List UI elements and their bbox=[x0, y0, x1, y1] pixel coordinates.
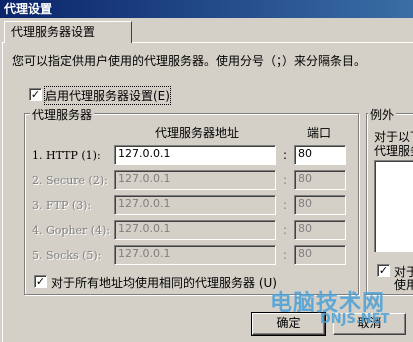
secure-address-input[interactable]: 127.0.0.1 bbox=[114, 170, 276, 190]
http-colon: : bbox=[283, 148, 288, 162]
secure-label: 2. Secure (2): bbox=[32, 174, 108, 187]
enable-proxy-label[interactable]: 启用代理服务器设置(E) bbox=[44, 86, 171, 105]
tab-proxy-settings[interactable]: 代理服务器设置 bbox=[4, 21, 132, 43]
http-label: 1. HTTP (1): bbox=[32, 149, 101, 162]
gopher-colon: : bbox=[283, 223, 288, 237]
bypass-local-label-line2[interactable]: 使用 bbox=[394, 276, 413, 293]
socks-colon: : bbox=[283, 248, 288, 262]
ftp-port-input[interactable]: 80 bbox=[294, 195, 346, 215]
http-address-input[interactable]: 127.0.0.1 bbox=[114, 145, 276, 165]
same-proxy-checkbox[interactable]: ✓ bbox=[34, 275, 47, 288]
bypass-local-checkbox[interactable]: ✓ bbox=[377, 264, 390, 277]
socks-label: 5. Socks (5): bbox=[32, 249, 102, 262]
secure-colon: : bbox=[283, 173, 288, 187]
exceptions-desc-line2: 代理服务 bbox=[374, 144, 413, 158]
port-column-header: 端口 bbox=[307, 126, 332, 140]
socks-port-input[interactable]: 80 bbox=[294, 245, 346, 265]
gopher-address-input[interactable]: 127.0.0.1 bbox=[114, 220, 276, 240]
socks-address-input[interactable]: 127.0.0.1 bbox=[114, 245, 276, 265]
ftp-colon: : bbox=[283, 198, 288, 212]
address-column-header: 代理服务器地址 bbox=[155, 126, 240, 140]
exceptions-textarea[interactable] bbox=[374, 160, 413, 252]
exceptions-group-title: 例外 bbox=[368, 106, 397, 123]
instruction-text: 您可以指定供用户使用的代理服务器。使用分号（；）来分隔条目。 bbox=[12, 54, 367, 68]
gopher-label: 4. Gopher (4): bbox=[32, 224, 111, 237]
ftp-address-input[interactable]: 127.0.0.1 bbox=[114, 195, 276, 215]
same-proxy-label[interactable]: 对于所有地址均使用相同的代理服务器 (U) bbox=[51, 274, 277, 291]
secure-port-input[interactable]: 80 bbox=[294, 170, 346, 190]
enable-proxy-checkbox[interactable]: ✓ bbox=[29, 88, 42, 101]
ftp-label: 3. FTP (3): bbox=[32, 199, 92, 212]
window-title: 代理设置 bbox=[0, 0, 413, 18]
http-port-input[interactable]: 80 bbox=[294, 145, 346, 165]
watermark-sub: DNJS.NET bbox=[320, 312, 390, 327]
proxy-servers-group-title: 代理服务器 bbox=[30, 106, 95, 123]
gopher-port-input[interactable]: 80 bbox=[294, 220, 346, 240]
